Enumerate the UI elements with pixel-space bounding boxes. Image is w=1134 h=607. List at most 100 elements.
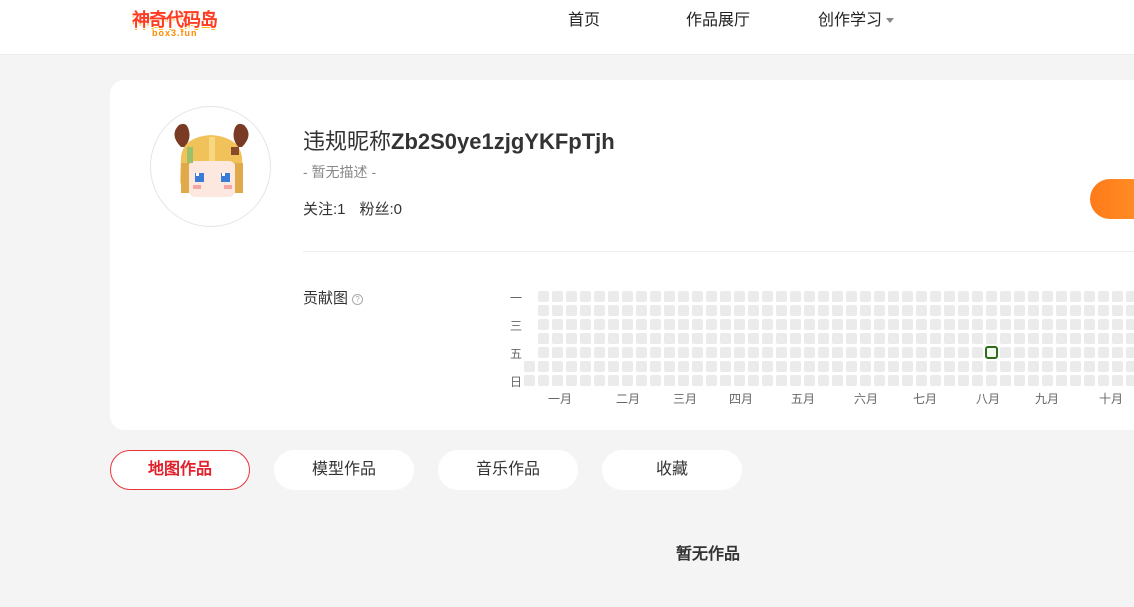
contribution-cell[interactable]	[958, 291, 969, 302]
contribution-cell[interactable]	[776, 361, 787, 372]
contribution-cell[interactable]	[846, 347, 857, 358]
contribution-cell[interactable]	[818, 305, 829, 316]
contribution-cell[interactable]	[1056, 347, 1067, 358]
contribution-cell[interactable]	[664, 319, 675, 330]
contribution-cell[interactable]	[888, 291, 899, 302]
contribution-cell[interactable]	[762, 305, 773, 316]
contribution-cell[interactable]	[720, 319, 731, 330]
contribution-cell[interactable]	[748, 375, 759, 386]
contribution-cell[interactable]	[706, 375, 717, 386]
contribution-cell[interactable]	[1126, 319, 1134, 330]
contribution-cell[interactable]	[622, 305, 633, 316]
contribution-cell[interactable]	[804, 333, 815, 344]
contribution-cell[interactable]	[636, 347, 647, 358]
contribution-cell[interactable]	[622, 347, 633, 358]
contribution-cell[interactable]	[636, 305, 647, 316]
contribution-cell[interactable]	[902, 375, 913, 386]
contribution-cell[interactable]	[1042, 291, 1053, 302]
nav-home[interactable]: 首页	[568, 6, 600, 30]
contribution-cell[interactable]	[888, 361, 899, 372]
contribution-cell[interactable]	[678, 333, 689, 344]
contribution-cell[interactable]	[1056, 291, 1067, 302]
contribution-cell[interactable]	[566, 347, 577, 358]
contribution-cell[interactable]	[678, 305, 689, 316]
contribution-cell[interactable]	[986, 361, 997, 372]
contribution-cell[interactable]	[538, 291, 549, 302]
contribution-cell[interactable]	[650, 361, 661, 372]
contribution-cell[interactable]	[594, 361, 605, 372]
contribution-cell[interactable]	[1000, 333, 1011, 344]
contribution-cell[interactable]	[608, 375, 619, 386]
contribution-cell[interactable]	[1056, 333, 1067, 344]
contribution-cell[interactable]	[762, 291, 773, 302]
contribution-cell[interactable]	[930, 319, 941, 330]
contribution-cell[interactable]	[608, 361, 619, 372]
contribution-cell[interactable]	[650, 291, 661, 302]
contribution-cell[interactable]	[678, 291, 689, 302]
contribution-cell[interactable]	[538, 319, 549, 330]
contribution-cell[interactable]	[874, 291, 885, 302]
contribution-cell[interactable]	[1056, 361, 1067, 372]
contribution-cell[interactable]	[734, 291, 745, 302]
contribution-cell[interactable]	[748, 319, 759, 330]
contribution-cell[interactable]	[972, 333, 983, 344]
contribution-cell[interactable]	[636, 333, 647, 344]
contribution-cell[interactable]	[1084, 319, 1095, 330]
contribution-cell[interactable]	[1126, 305, 1134, 316]
contribution-cell[interactable]	[944, 319, 955, 330]
contribution-cell[interactable]	[734, 375, 745, 386]
contribution-cell[interactable]	[860, 361, 871, 372]
contribution-cell[interactable]	[860, 347, 871, 358]
contribution-cell[interactable]	[916, 347, 927, 358]
contribution-cell[interactable]	[790, 347, 801, 358]
contribution-cell[interactable]	[1042, 305, 1053, 316]
contribution-cell[interactable]	[678, 347, 689, 358]
contribution-cell[interactable]	[566, 291, 577, 302]
contribution-cell[interactable]	[804, 319, 815, 330]
contribution-cell[interactable]	[664, 305, 675, 316]
following-count[interactable]: 关注:1	[303, 201, 346, 218]
contribution-cell[interactable]	[748, 347, 759, 358]
contribution-cell[interactable]	[552, 375, 563, 386]
contribution-cell[interactable]	[580, 291, 591, 302]
contribution-cell[interactable]	[734, 305, 745, 316]
contribution-cell[interactable]	[888, 319, 899, 330]
contribution-cell[interactable]	[1112, 319, 1123, 330]
contribution-cell[interactable]	[916, 319, 927, 330]
contribution-cell[interactable]	[916, 375, 927, 386]
contribution-cell[interactable]	[594, 375, 605, 386]
contribution-cell[interactable]	[552, 319, 563, 330]
contribution-cell[interactable]	[902, 319, 913, 330]
contribution-cell[interactable]	[580, 361, 591, 372]
contribution-cell[interactable]	[622, 291, 633, 302]
followers-count[interactable]: 粉丝:0	[360, 201, 403, 218]
contribution-cell[interactable]	[608, 291, 619, 302]
contribution-cell[interactable]	[678, 361, 689, 372]
contribution-cell[interactable]	[580, 347, 591, 358]
contribution-cell[interactable]	[902, 333, 913, 344]
contribution-cell[interactable]	[566, 375, 577, 386]
contribution-cell[interactable]	[580, 319, 591, 330]
contribution-cell[interactable]	[944, 305, 955, 316]
contribution-cell[interactable]	[776, 291, 787, 302]
contribution-cell[interactable]	[1056, 305, 1067, 316]
contribution-cell[interactable]	[804, 361, 815, 372]
contribution-cell[interactable]	[692, 347, 703, 358]
contribution-cell[interactable]	[832, 305, 843, 316]
contribution-cell[interactable]	[1028, 347, 1039, 358]
contribution-cell[interactable]	[1042, 375, 1053, 386]
contribution-cell[interactable]	[776, 319, 787, 330]
contribution-cell[interactable]	[1112, 375, 1123, 386]
contribution-cell[interactable]	[1028, 361, 1039, 372]
contribution-cell[interactable]	[1014, 319, 1025, 330]
contribution-cell[interactable]	[580, 375, 591, 386]
contribution-cell[interactable]	[776, 333, 787, 344]
contribution-cell[interactable]	[1098, 375, 1109, 386]
contribution-cell[interactable]	[860, 305, 871, 316]
contribution-cell[interactable]	[986, 375, 997, 386]
contribution-cell[interactable]	[650, 305, 661, 316]
contribution-cell[interactable]	[776, 347, 787, 358]
contribution-cell[interactable]	[832, 375, 843, 386]
contribution-cell[interactable]	[1070, 305, 1081, 316]
contribution-cell[interactable]	[874, 375, 885, 386]
